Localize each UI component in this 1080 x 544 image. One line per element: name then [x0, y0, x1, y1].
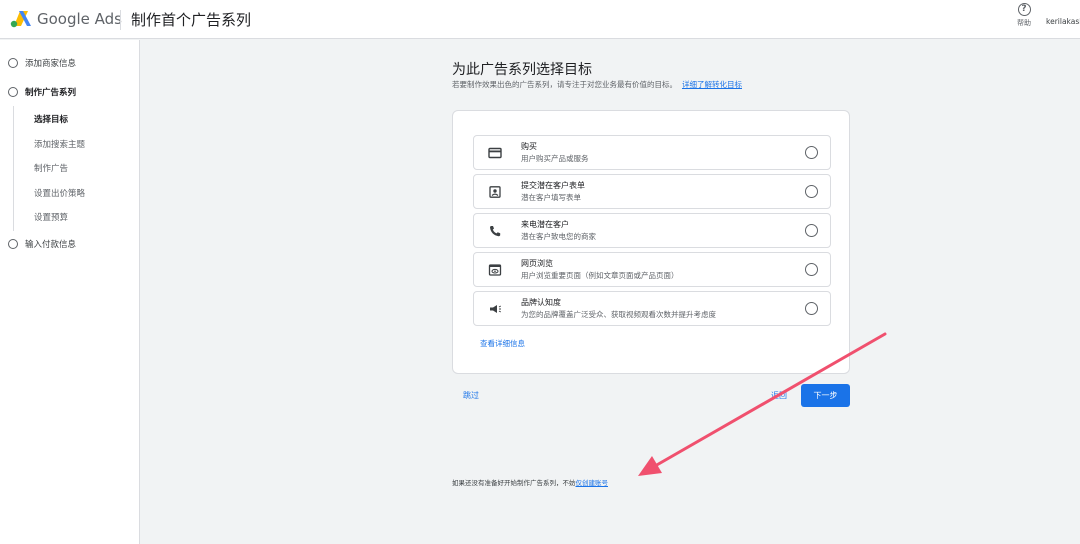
option-radio[interactable] — [805, 185, 818, 198]
sidebar-substep-select-goal[interactable]: 选择目标 — [34, 113, 68, 125]
contact-form-icon — [489, 186, 501, 198]
option-title: 提交潜在客户表单 — [521, 181, 585, 190]
option-desc: 潜在客户填写表单 — [521, 193, 581, 202]
goal-title: 为此广告系列选择目标 — [452, 62, 592, 78]
footer-note-text: 如果还没有准备好开始制作广告系列，不妨 — [452, 479, 576, 487]
option-title: 网页浏览 — [521, 259, 553, 268]
goal-option-purchase[interactable]: 购买 用户购买产品或服务 — [473, 135, 831, 170]
megaphone-icon — [490, 305, 502, 313]
sidebar-substep-budget[interactable]: 设置预算 — [34, 211, 68, 223]
footer-note: 如果还没有准备好开始制作广告系列，不妨仅创建账号 — [452, 477, 608, 487]
skip-button[interactable]: 跳过 — [463, 390, 479, 401]
option-radio[interactable] — [805, 263, 818, 276]
goal-option-page-view[interactable]: 网页浏览 用户浏览重要页面（例如文章页面或产品页面） — [473, 252, 831, 287]
option-desc: 为您的品牌覆盖广泛受众、获取视频观看次数并提升考虑度 — [521, 310, 716, 319]
step-status-icon — [8, 58, 18, 68]
sidebar-step-create-campaign[interactable]: 制作广告系列 — [8, 86, 76, 98]
goal-option-lead-form[interactable]: 提交潜在客户表单 潜在客户填写表单 — [473, 174, 831, 209]
google-ads-logo — [10, 11, 31, 28]
sidebar-substep-create-ad[interactable]: 制作广告 — [34, 162, 68, 174]
goal-description: 若要制作效果出色的广告系列，请专注于对您业务最有价值的目标。 详细了解转化目标 — [452, 79, 742, 90]
create-account-only-link[interactable]: 仅创建账号 — [576, 479, 609, 487]
sidebar-substep-bid-strategy[interactable]: 设置出价策略 — [34, 187, 85, 199]
back-button[interactable]: 返回 — [771, 390, 787, 401]
option-title: 品牌认知度 — [521, 298, 561, 307]
step-status-icon — [8, 239, 18, 249]
option-title: 购买 — [521, 142, 537, 151]
page-heading: 制作首个广告系列 — [131, 11, 252, 29]
option-radio[interactable] — [805, 146, 818, 159]
step-label: 输入付款信息 — [25, 240, 77, 250]
option-desc: 用户浏览重要页面（例如文章页面或产品页面） — [521, 271, 679, 280]
sidebar: 添加商家信息 制作广告系列 选择目标 添加搜索主题 制作广告 设置出价策略 设置… — [0, 40, 140, 544]
goal-option-phone-call[interactable]: 来电潜在客户 潜在客户致电您的商家 — [473, 213, 831, 248]
step-status-icon — [8, 87, 18, 97]
arrow-head — [638, 456, 662, 476]
option-title: 来电潜在客户 — [521, 220, 569, 229]
option-desc: 潜在客户致电您的商家 — [521, 232, 596, 241]
brand-name: Google Ads — [37, 10, 122, 28]
next-button[interactable]: 下一步 — [801, 384, 850, 407]
view-details-link[interactable]: 查看详细信息 — [480, 338, 525, 349]
header-divider — [120, 10, 121, 30]
step-label: 制作广告系列 — [25, 88, 77, 98]
substep-line — [13, 106, 14, 231]
account-name[interactable]: kerilakasb — [1046, 17, 1080, 26]
option-desc: 用户购买产品或服务 — [521, 154, 589, 163]
goal-options-card: 购买 用户购买产品或服务 提交潜在客户表单 潜在客户填写表单 来电潜在客户 潜在… — [452, 110, 850, 374]
top-bar: Google Ads 制作首个广告系列 ? 帮助 kerilakasb — [0, 0, 1080, 39]
sidebar-substep-search-themes[interactable]: 添加搜索主题 — [34, 138, 85, 150]
description-text: 若要制作效果出色的广告系列，请专注于对您业务最有价值的目标。 — [452, 80, 677, 89]
help-icon: ? — [1017, 3, 1031, 16]
credit-card-icon — [488, 147, 502, 159]
learn-more-link[interactable]: 详细了解转化目标 — [682, 80, 742, 89]
option-radio[interactable] — [805, 302, 818, 315]
option-radio[interactable] — [805, 224, 818, 237]
sidebar-step-business-info[interactable]: 添加商家信息 — [8, 57, 76, 69]
goal-option-brand-awareness[interactable]: 品牌认知度 为您的品牌覆盖广泛受众、获取视频观看次数并提升考虑度 — [473, 291, 831, 326]
step-label: 添加商家信息 — [25, 59, 77, 69]
phone-icon — [490, 226, 501, 237]
help-label: 帮助 — [1017, 19, 1031, 27]
help-button[interactable]: ? 帮助 — [1012, 3, 1036, 28]
web-page-icon — [488, 264, 502, 276]
sidebar-step-payment[interactable]: 输入付款信息 — [8, 238, 76, 250]
